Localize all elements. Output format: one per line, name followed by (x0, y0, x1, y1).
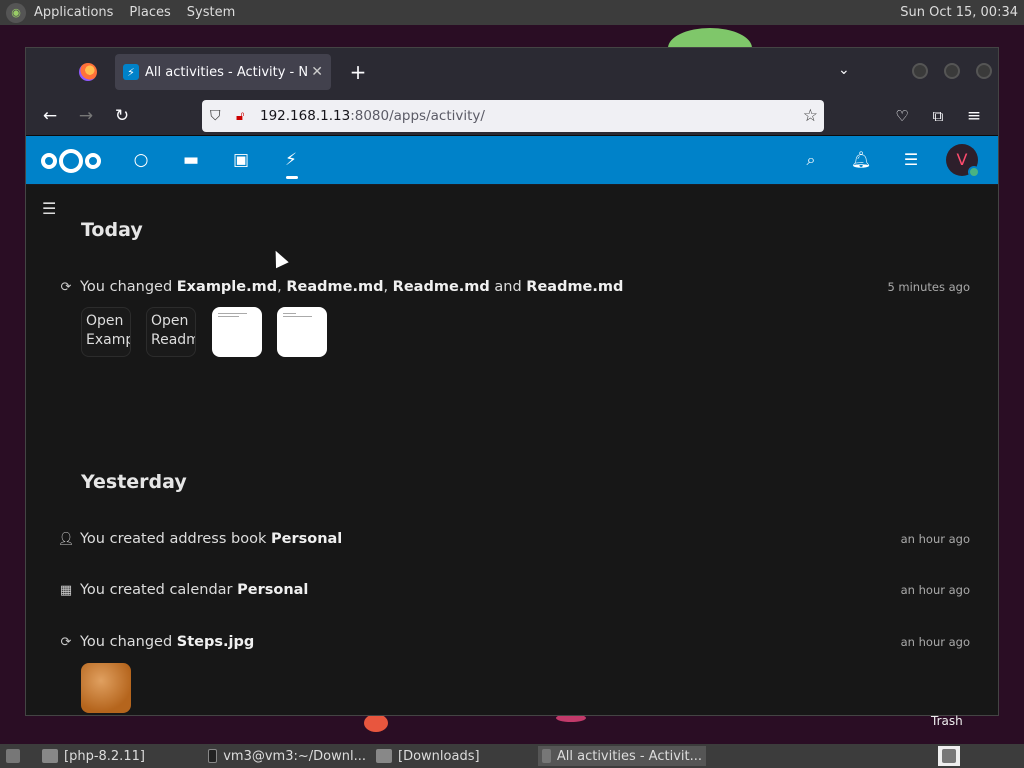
pocket-icon[interactable]: ♡ (890, 104, 914, 128)
notifications-bell-icon[interactable]: 🔔︎ (850, 149, 872, 171)
firefox-launcher[interactable] (938, 746, 960, 766)
bookmark-star-icon[interactable]: ☆ (803, 106, 818, 126)
places-menu[interactable]: Places (121, 0, 178, 25)
forward-icon[interactable]: → (74, 104, 98, 128)
menu-icon[interactable]: ≡ (962, 104, 986, 128)
close-window-button[interactable] (976, 63, 992, 79)
taskbar-item[interactable]: [Downloads] (372, 746, 534, 766)
activity-item: ⟳ You changed Steps.jpg an hour ago (56, 631, 970, 653)
sync-icon: ⟳ (60, 279, 72, 295)
reload-icon[interactable]: ↻ (110, 104, 134, 128)
terminal-icon (208, 749, 218, 763)
taskbar-item-active[interactable]: All activities - Activit... (538, 746, 706, 766)
file-preview-thumbnail[interactable] (277, 307, 327, 357)
trash-label[interactable]: Trash (931, 714, 963, 728)
taskbar-item[interactable]: [php-8.2.11] (38, 746, 200, 766)
activity-icon[interactable]: ⚡ (280, 149, 302, 171)
url-path: :8080/apps/activity/ (350, 108, 485, 124)
image-thumbnail[interactable] (81, 663, 131, 713)
tab-activity[interactable]: ⚡ All activities - Activity - Nextcloud … (115, 54, 331, 90)
maximize-button[interactable] (944, 63, 960, 79)
applications-menu[interactable]: Applications (26, 0, 121, 25)
dashboard-icon[interactable]: ○ (130, 149, 152, 171)
today-heading: Today (81, 219, 143, 241)
contacts-icon[interactable]: ☰ (900, 149, 922, 171)
nextcloud-logo-icon[interactable] (41, 149, 101, 173)
taskbar-item[interactable]: vm3@vm3:~/Downl... (204, 746, 370, 766)
minimize-button[interactable] (912, 63, 928, 79)
file-preview[interactable]: Open Readme.md (146, 307, 196, 357)
show-desktop-button[interactable] (2, 746, 24, 766)
mouse-cursor-icon (269, 247, 289, 269)
search-icon[interactable]: ⌕ (800, 149, 822, 171)
desktop-wallpaper-blob (364, 714, 388, 732)
desktop-icon (6, 749, 20, 763)
firefox-icon (942, 749, 956, 763)
activity-content: ☰ Today ⟳ You changed Example.md, Readme… (26, 185, 998, 715)
extensions-icon[interactable]: ⧉ (926, 104, 950, 128)
tracking-shield-icon[interactable]: ⛉ (210, 108, 228, 124)
firefox-view-button[interactable] (64, 54, 112, 90)
tab-bar: ⚡ All activities - Activity - Nextcloud … (26, 48, 998, 96)
activity-item: 👤︎ You created address book Personal an … (56, 528, 970, 550)
file-preview-thumbnail[interactable] (212, 307, 262, 357)
back-icon[interactable]: ← (38, 104, 62, 128)
tab-title: All activities - Activity - Nextcloud (145, 64, 308, 80)
address-book-icon: 👤︎ (57, 531, 75, 547)
files-icon[interactable]: ▬ (180, 149, 202, 171)
activity-time: an hour ago (900, 635, 970, 649)
activity-time: 5 minutes ago (887, 280, 970, 294)
nextcloud-header: ○ ▬ ▣ ⚡ ⌕ 🔔︎ ☰ V (26, 136, 998, 184)
folder-icon (42, 749, 58, 763)
yesterday-heading: Yesterday (81, 471, 187, 493)
activity-favicon-icon: ⚡ (123, 64, 139, 80)
navigation-toggle-icon[interactable]: ☰ (42, 199, 56, 218)
bottom-panel: [php-8.2.11] vm3@vm3:~/Downl... [Downloa… (0, 744, 1024, 768)
close-tab-icon[interactable]: ✕ (311, 64, 323, 80)
folder-icon (376, 749, 392, 763)
activity-text: You changed Example.md, Readme.md, Readm… (80, 279, 624, 295)
activity-text: You changed Steps.jpg (80, 634, 255, 650)
active-app-indicator (286, 176, 298, 179)
url-host: 192.168.1.13 (260, 108, 351, 124)
file-preview[interactable]: Open Example.md (81, 307, 131, 357)
activity-item: ▦ You created calendar Personal an hour … (56, 579, 970, 601)
url-bar[interactable]: ⛉ 🔓︎ 192.168.1.13:8080/apps/activity/ ☆ (202, 100, 824, 132)
navigation-bar: ← → ↻ ⛉ 🔓︎ 192.168.1.13:8080/apps/activi… (26, 96, 998, 136)
sync-icon: ⟳ (60, 634, 72, 650)
activity-text: You created address book Personal (80, 531, 343, 547)
online-status-icon (968, 166, 980, 178)
chevron-down-icon[interactable]: ⌄ (838, 62, 850, 78)
activity-item: ⟳ You changed Example.md, Readme.md, Rea… (56, 276, 970, 298)
new-tab-icon[interactable]: + (346, 60, 370, 84)
firefox-icon (79, 63, 97, 81)
firefox-icon (542, 749, 551, 763)
distro-logo-icon[interactable]: ◉ (6, 2, 26, 23)
activity-text: You created calendar Personal (80, 582, 309, 598)
system-menu[interactable]: System (179, 0, 243, 25)
photos-icon[interactable]: ▣ (230, 149, 252, 171)
clock[interactable]: Sun Oct 15, 00:34 (900, 0, 1018, 25)
calendar-icon: ▦ (59, 582, 73, 598)
browser-window: ⚡ All activities - Activity - Nextcloud … (25, 47, 999, 716)
top-panel: ◉ Applications Places System Sun Oct 15,… (0, 0, 1024, 25)
activity-time: an hour ago (900, 583, 970, 597)
activity-time: an hour ago (900, 532, 970, 546)
insecure-lock-icon[interactable]: 🔓︎ (236, 109, 254, 124)
